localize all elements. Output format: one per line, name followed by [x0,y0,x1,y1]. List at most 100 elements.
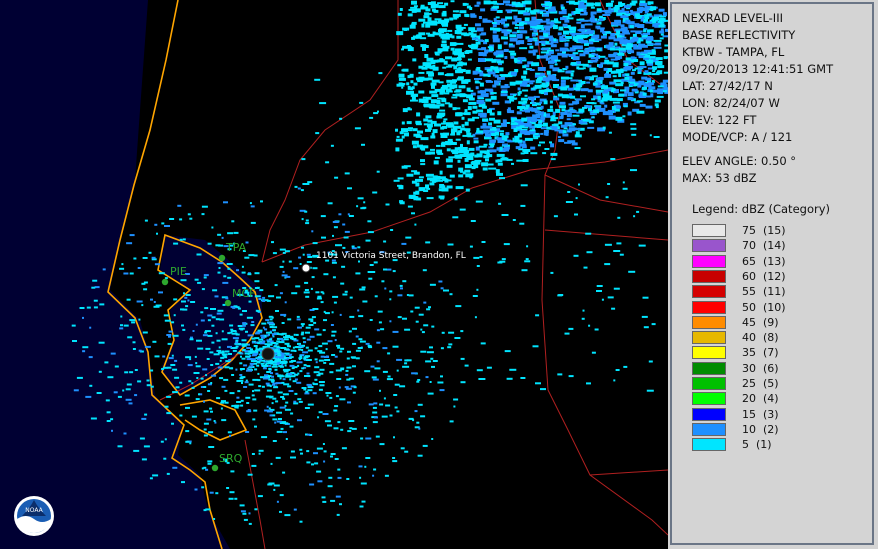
echo-cell [273,488,276,491]
echo-cell [339,313,342,316]
echo-cell [110,418,114,421]
echo-cell [256,358,262,361]
echo-cell [416,112,421,117]
echo-cell [254,389,261,392]
echo-cell [492,30,497,34]
echo-cell [580,13,587,16]
echo-cell [524,0,532,5]
radar-map[interactable]: TPA PIE MCF SRQ 1101 Victoria Street, Br… [0,0,668,549]
echo-cell [311,316,316,319]
echo-cell [275,400,279,403]
scan-datetime: 09/20/2013 12:41:51 GMT [682,62,834,76]
echo-cell [335,369,342,372]
echo-cell [304,289,309,291]
echo-cell [290,360,296,362]
echo-cell [325,348,328,351]
echo-cell [442,125,448,129]
echo-cell [363,201,366,204]
echo-cell [335,495,341,498]
echo-cell [481,32,487,36]
echo-cell [486,80,493,83]
echo-cell [570,72,574,77]
echo-cell [481,105,487,109]
echo-cell [250,221,256,224]
echo-cell [416,197,422,201]
echo-cell [510,9,518,12]
echo-cell [229,331,233,334]
echo-cell [524,7,531,11]
echo-cell [297,419,302,422]
echo-cell [545,2,553,6]
echo-cell [543,13,549,17]
echo-cell [655,42,662,46]
echo-cell [602,91,608,94]
echo-cell [565,65,569,69]
echo-cell [257,379,261,382]
echo-cell [455,138,461,141]
echo-cell [478,52,484,56]
echo-cell [272,418,278,421]
echo-cell [452,79,457,83]
echo-cell [258,452,261,455]
echo-cell [522,140,526,144]
address-marker[interactable] [301,263,311,273]
echo-cell [454,48,462,53]
echo-cell [630,169,637,172]
echo-cell [506,377,513,380]
echo-cell [422,96,427,99]
echo-cell [193,372,200,374]
echo-cell [272,440,277,442]
echo-cell [218,267,221,269]
echo-cell [306,450,310,453]
echo-cell [616,98,623,102]
echo-cell [611,22,617,26]
echo-cell [426,12,432,15]
echo-cell [94,286,100,289]
echo-cell [447,29,453,32]
echo-cell [485,98,492,102]
echo-cell [438,29,442,33]
echo-cell [622,73,626,77]
echo-cell [469,245,473,248]
echo-cell [496,60,504,64]
echo-cell [449,42,456,47]
echo-cell [438,5,446,9]
echo-cell [330,499,336,502]
echo-cell [582,106,587,109]
echo-cell [290,456,296,459]
echo-cell [252,398,257,401]
echo-cell [271,241,274,244]
echo-cell [492,74,498,77]
echo-cell [354,127,361,130]
echo-cell [414,410,418,413]
echo-cell [322,413,329,415]
echo-cell [627,97,634,101]
echo-cell [399,200,404,204]
echo-cell [554,21,562,24]
echo-cell [425,103,429,106]
station-elev: ELEV: 122 FT [682,113,757,127]
echo-cell [529,69,535,71]
echo-cell [211,316,216,319]
echo-cell [336,378,342,380]
echo-cell [516,159,524,162]
echo-cell [218,346,221,349]
echo-cell [497,76,505,80]
echo-cell [383,240,387,243]
echo-cell [305,219,309,222]
echo-cell [166,472,170,475]
echo-cell [616,30,621,35]
echo-cell [307,349,313,352]
echo-cell [308,324,314,326]
echo-cell [234,404,240,407]
echo-cell [426,57,434,62]
echo-cell [276,420,282,423]
echo-cell [434,51,442,54]
echo-cell [603,95,609,99]
echo-cell [392,345,399,348]
echo-cell [247,409,251,411]
mode-vcp: MODE/VCP: A / 121 [682,130,793,144]
echo-cell [417,454,423,457]
echo-cell [291,338,297,341]
echo-cell [325,355,329,358]
